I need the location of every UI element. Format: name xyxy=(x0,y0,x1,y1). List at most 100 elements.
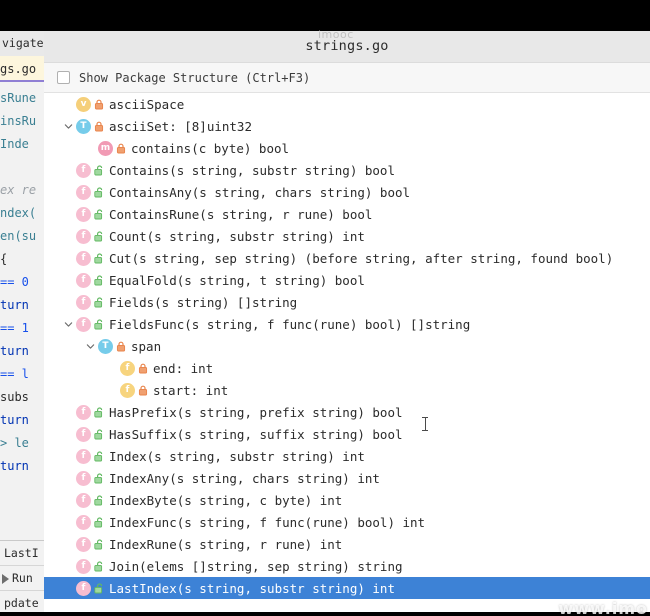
symbol-kind-f-icon: f xyxy=(76,294,91,310)
tree-row[interactable]: m contains(c byte) bool xyxy=(44,137,650,159)
popup-title: strings.go xyxy=(44,31,650,63)
tree-row[interactable]: f Contains(s string, substr string) bool xyxy=(44,159,650,181)
tree-row-label: EqualFold(s string, t string) bool xyxy=(109,272,365,288)
code-line: == 1 xyxy=(0,321,29,335)
code-line: == 0 xyxy=(0,275,29,289)
lock-closed-icon xyxy=(91,93,107,115)
tree-row-label: start: int xyxy=(153,382,229,398)
ide-breadcrumb-lastindex[interactable]: LastI xyxy=(0,541,44,566)
chevron-down-icon[interactable] xyxy=(82,335,98,357)
tree-row[interactable]: f end: int xyxy=(44,357,650,379)
black-bottom-border xyxy=(0,612,650,616)
lock-open-icon xyxy=(91,159,107,181)
symbol-kind-f-icon: f xyxy=(76,492,91,508)
tree-row[interactable]: f Join(elems []string, sep string) string xyxy=(44,555,650,577)
run-triangle-icon xyxy=(2,573,9,584)
tree-twisty-spacer xyxy=(82,137,98,159)
code-line: subs xyxy=(0,390,29,404)
ide-bottom-panel: LastI Run pdate xyxy=(0,540,44,616)
symbol-kind-fy-icon: f xyxy=(120,360,135,376)
tree-row[interactable]: f ContainsRune(s string, r rune) bool xyxy=(44,203,650,225)
tree-row-label: IndexByte(s string, c byte) int xyxy=(109,492,343,508)
tree-twisty-spacer xyxy=(60,269,76,291)
code-line: ndex( xyxy=(0,206,37,220)
lock-open-icon xyxy=(91,313,107,335)
symbol-kind-f-icon: f xyxy=(76,162,91,178)
tree-row[interactable]: f IndexByte(s string, c byte) int xyxy=(44,489,650,511)
tree-twisty-spacer xyxy=(60,203,76,225)
screen-root: vigate gs.go sRune insRu Inde ex re ndex… xyxy=(0,0,650,616)
tree-row[interactable]: f IndexAny(s string, chars string) int xyxy=(44,467,650,489)
tree-row[interactable]: f start: int xyxy=(44,379,650,401)
tree-row[interactable]: f Index(s string, substr string) int xyxy=(44,445,650,467)
ide-editor-tab-stringsgo[interactable]: gs.go xyxy=(0,56,44,82)
ide-run-tool-button[interactable]: Run xyxy=(0,566,44,591)
tree-row-label: IndexFunc(s string, f func(rune) bool) i… xyxy=(109,514,426,530)
tree-row[interactable]: f IndexRune(s string, r rune) int xyxy=(44,533,650,555)
tree-row[interactable]: f ContainsAny(s string, chars string) boo… xyxy=(44,181,650,203)
lock-closed-icon xyxy=(113,335,129,357)
file-structure-popup: strings.go Show Package Structure (Ctrl+… xyxy=(44,31,650,616)
ide-code-area[interactable]: sRune insRu Inde ex re ndex( en(su { == … xyxy=(0,87,44,478)
tree-row[interactable]: f Count(s string, substr string) int xyxy=(44,225,650,247)
show-package-structure-checkbox[interactable] xyxy=(57,71,70,84)
popup-toolbar: Show Package Structure (Ctrl+F3) xyxy=(44,63,650,93)
code-line: sRune xyxy=(0,91,37,105)
tree-twisty-spacer xyxy=(60,159,76,181)
tree-row-label: HasPrefix(s string, prefix string) bool xyxy=(109,404,403,420)
symbol-kind-f-icon: f xyxy=(76,470,91,486)
symbol-kind-f-icon: f xyxy=(76,448,91,464)
symbol-kind-f-icon: f xyxy=(76,228,91,244)
tree-row-label: HasSuffix(s string, suffix string) bool xyxy=(109,426,403,442)
tree-row[interactable]: f HasSuffix(s string, suffix string) bool xyxy=(44,423,650,445)
tree-row[interactable]: f IndexFunc(s string, f func(rune) bool) … xyxy=(44,511,650,533)
structure-tree[interactable]: v asciiSpace TasciiSet: [8]uint32 m contains… xyxy=(44,93,650,616)
lock-open-icon xyxy=(91,181,107,203)
tree-row-label: FieldsFunc(s string, f func(rune) bool) … xyxy=(109,316,471,332)
lock-open-icon xyxy=(91,445,107,467)
tree-row[interactable]: v asciiSpace xyxy=(44,93,650,115)
tree-row[interactable]: f Cut(s string, sep string) (before strin… xyxy=(44,247,650,269)
tree-row-label: Fields(s string) []string xyxy=(109,294,298,310)
ide-menu-bar[interactable]: vigate xyxy=(0,31,44,56)
tree-row[interactable]: f FieldsFunc(s string, f func(rune) bool)… xyxy=(44,313,650,335)
tree-row-label: asciiSet: [8]uint32 xyxy=(109,118,252,134)
show-package-structure-label[interactable]: Show Package Structure (Ctrl+F3) xyxy=(79,71,310,85)
tree-twisty-spacer xyxy=(60,533,76,555)
tree-twisty-spacer xyxy=(60,401,76,423)
tree-row-label: Count(s string, substr string) int xyxy=(109,228,365,244)
lock-open-icon xyxy=(91,291,107,313)
tree-row[interactable]: f LastIndex(s string, substr string) int xyxy=(44,577,650,599)
tree-twisty-spacer xyxy=(60,489,76,511)
black-top-border xyxy=(0,0,650,31)
tree-twisty-spacer xyxy=(60,291,76,313)
lock-open-icon xyxy=(91,511,107,533)
symbol-kind-v-icon: v xyxy=(76,96,91,112)
chevron-down-icon[interactable] xyxy=(60,115,76,137)
tree-row[interactable]: f EqualFold(s string, t string) bool xyxy=(44,269,650,291)
tree-row[interactable]: Tspan xyxy=(44,335,650,357)
tree-row[interactable]: f Fields(s string) []string xyxy=(44,291,650,313)
tree-row[interactable]: TasciiSet: [8]uint32 xyxy=(44,115,650,137)
symbol-kind-f-icon: f xyxy=(76,272,91,288)
symbol-kind-m-icon: m xyxy=(98,140,113,156)
code-line: > le xyxy=(0,436,29,450)
lock-open-icon xyxy=(91,555,107,577)
symbol-kind-f-icon: f xyxy=(76,580,91,596)
chevron-down-icon[interactable] xyxy=(60,313,76,335)
tree-twisty-spacer xyxy=(60,181,76,203)
code-line: turn xyxy=(0,459,29,473)
tree-twisty-spacer xyxy=(60,467,76,489)
tree-row-label: IndexRune(s string, r rune) int xyxy=(109,536,343,552)
tree-row[interactable]: f HasPrefix(s string, prefix string) bool xyxy=(44,401,650,423)
symbol-kind-f-icon: f xyxy=(76,426,91,442)
